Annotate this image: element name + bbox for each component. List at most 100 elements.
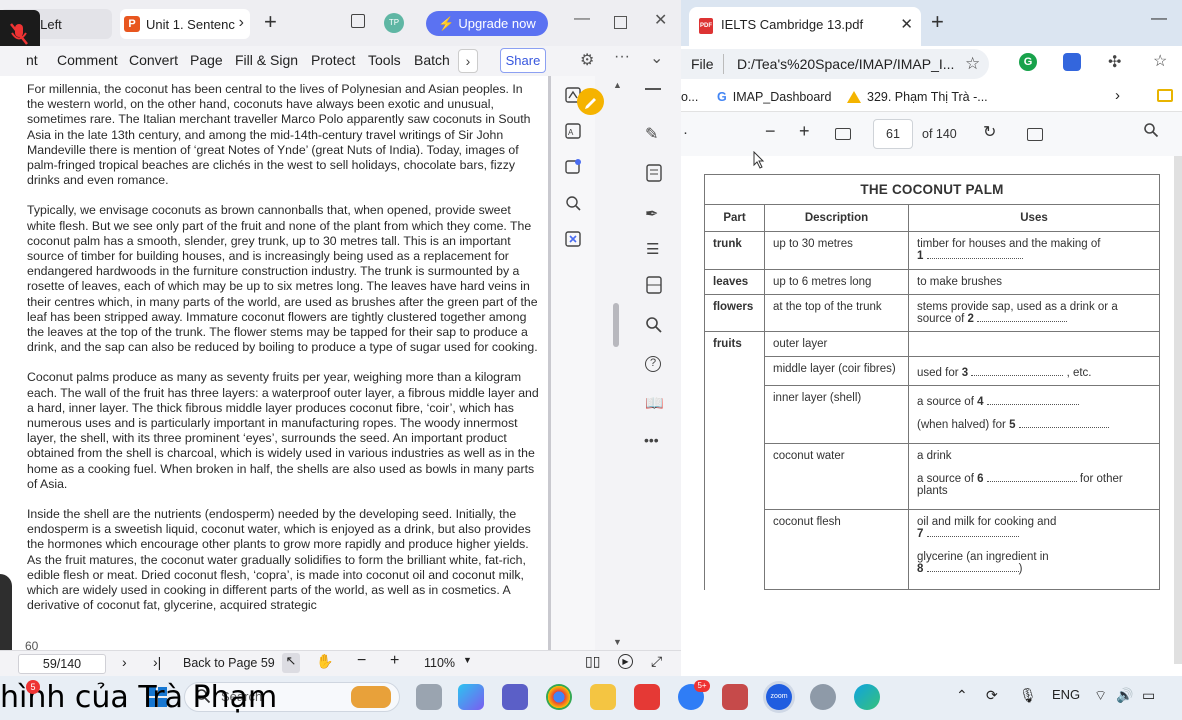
edit-pencil-icon[interactable]: ✎ [645,124,658,144]
upgrade-button[interactable]: ⚡ Upgrade now [426,11,548,36]
tray-chevron-icon[interactable]: ⌃ [956,687,968,704]
pdf-page-input[interactable]: 61 [873,119,913,149]
bookmarks-more-chevron-icon[interactable]: › [1115,87,1120,104]
grammarly-extension-icon[interactable]: G [1019,53,1037,71]
ocr-text-icon[interactable]: A [562,120,584,142]
help-question-icon[interactable]: ? [645,356,661,372]
rotate-icon[interactable]: ↻ [983,122,996,142]
menu-fill-sign[interactable]: Fill & Sign [235,52,298,68]
maximize-icon[interactable] [614,16,627,29]
zoom-in-icon[interactable]: + [799,121,810,142]
bookmark-imap-dashboard[interactable]: G IMAP_Dashboard [717,90,831,104]
next-page-icon[interactable]: › [122,654,127,670]
favorites-icon[interactable]: ☆ [1153,51,1167,71]
hand-tool-icon[interactable]: ✋ [316,653,333,670]
menu-batch[interactable]: Batch [414,52,450,68]
document-scrollbar[interactable] [610,76,624,650]
scroll-down-arrow-icon[interactable]: ▼ [613,637,622,647]
document-list-icon[interactable] [646,164,662,187]
zoom-search-icon[interactable] [562,192,584,214]
app-gear-icon[interactable] [810,684,836,710]
fullscreen-icon[interactable]: ⤢ [651,653,662,670]
bookmark-item[interactable]: o... [681,90,698,104]
menu-page[interactable]: Page [190,52,223,68]
select-cursor-icon[interactable]: ↖ [282,653,300,673]
extensions-puzzle-icon[interactable]: ✣ [1108,52,1121,72]
sign-pen-icon[interactable]: ✒ [645,204,658,224]
zoom-out-icon[interactable]: − [765,121,776,142]
scan-qr-icon[interactable] [562,228,584,250]
zoom-in-icon[interactable]: + [390,652,399,670]
window-restore-icon[interactable] [351,14,365,28]
last-page-icon[interactable]: ›| [153,654,161,670]
play-icon[interactable]: ▶ [618,654,633,669]
copilot-icon[interactable] [458,684,484,710]
more-dots-icon[interactable]: ••• [644,432,659,448]
user-avatar[interactable]: TP [384,13,404,33]
address-bar[interactable]: File D:/Tea's%20Space/IMAP/IMAP_I... ☆ [681,49,989,79]
table-title: THE COCONUT PALM [704,174,1160,205]
zoom-dropdown-icon[interactable]: ▼ [463,655,472,665]
pdf-scrollbar[interactable] [1174,156,1182,664]
outline-icon[interactable]: ☰ [646,240,659,258]
extension-blue-icon[interactable] [1063,53,1081,71]
address-url[interactable]: D:/Tea's%20Space/IMAP/IMAP_I... [737,56,954,72]
zoom-app-icon[interactable]: zoom [766,684,792,710]
chrome-icon[interactable] [546,684,572,710]
minimize-icon[interactable]: — [574,10,590,28]
share-button[interactable]: Share [500,48,546,73]
browser-tab-pdf[interactable]: PDF IELTS Cambridge 13.pdf ✕ [689,7,921,46]
page-number-field[interactable]: 59/140 [18,654,106,674]
chevron-right-icon[interactable]: › [239,14,244,32]
volume-icon[interactable]: 🔊 [1116,687,1133,704]
wps-office-icon[interactable] [634,684,660,710]
sync-icon[interactable]: ⟳ [986,687,998,704]
form-icon[interactable] [646,276,662,299]
uses-text: timber for houses and the making of [917,238,1101,250]
find-search-icon[interactable] [1143,122,1159,142]
close-tab-icon[interactable]: ✕ [900,15,913,33]
image-edit-icon[interactable] [562,156,584,178]
tab-unit1-doc[interactable]: P Unit 1. Sentenc › [120,9,250,39]
folder-icon[interactable] [1157,89,1173,102]
zoom-level[interactable]: 110% [424,656,455,670]
language-indicator[interactable]: ENG [1052,687,1080,702]
menu-edit[interactable]: nt [26,52,38,68]
more-options-icon[interactable]: ··· [614,48,630,66]
bookmark-book-icon[interactable]: 📖 [645,394,664,412]
wifi-icon[interactable]: ⌔ [1094,687,1107,705]
minimize-icon[interactable]: — [1151,10,1167,28]
new-tab-plus-icon[interactable]: + [264,9,277,35]
answer-blank [977,314,1068,322]
fit-page-icon[interactable] [835,128,851,140]
microphone-icon[interactable]: 🎙 [1019,687,1037,704]
menu-more-chevron-icon[interactable]: › [458,49,478,73]
settings-gear-icon[interactable]: ⚙ [580,50,594,70]
scrollbar-thumb[interactable] [613,303,619,347]
menu-protect[interactable]: Protect [311,52,355,68]
teams-icon[interactable] [502,684,528,710]
side-handle[interactable] [0,574,12,650]
task-view-icon[interactable] [416,684,442,710]
collapse-chevron-icon[interactable]: ⌄ [650,48,663,68]
menu-convert[interactable]: Convert [129,52,178,68]
back-to-page-link[interactable]: Back to Page 59 [183,656,275,670]
edge-icon[interactable] [854,684,880,710]
scroll-up-arrow-icon[interactable]: ▲ [613,80,622,90]
file-explorer-icon[interactable] [590,684,616,710]
reading-mode-icon[interactable]: ▯▯ [585,653,600,670]
bookmark-star-icon[interactable]: ☆ [965,54,980,74]
menu-comment[interactable]: Comment [57,52,118,68]
pen-badge-icon[interactable] [577,88,604,115]
collapse-dash-icon[interactable] [645,88,661,90]
close-icon[interactable]: ✕ [654,10,667,30]
new-tab-plus-icon[interactable]: + [931,9,944,35]
menu-tools[interactable]: Tools [368,52,401,68]
battery-icon[interactable]: ▭ [1142,687,1155,704]
app-icon[interactable] [722,684,748,710]
bookmark-drive-item[interactable]: 329. Phạm Thị Trà -... [847,90,988,104]
search-icon[interactable] [645,316,663,339]
sidebar-dots-icon[interactable]: · [683,124,688,141]
zoom-out-icon[interactable]: − [357,652,366,670]
page-view-icon[interactable] [1027,128,1043,141]
